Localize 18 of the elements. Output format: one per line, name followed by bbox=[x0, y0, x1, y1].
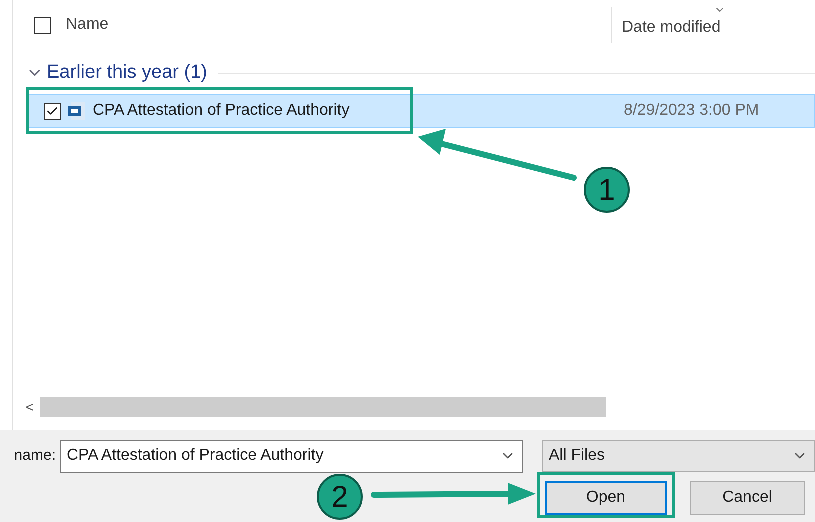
column-header[interactable]: Date modified bbox=[622, 16, 721, 40]
file-date: 8/29/2023 3:00 PM bbox=[624, 101, 760, 121]
file-type-dropdown[interactable]: All Files bbox=[542, 440, 815, 472]
group-header[interactable]: Earlier this year (1) bbox=[47, 58, 208, 88]
open-button[interactable]: Open bbox=[545, 481, 667, 515]
checkbox[interactable] bbox=[44, 102, 61, 120]
callout-badge: 1 bbox=[584, 167, 630, 213]
file-name: CPA Attestation of Practice Authority bbox=[93, 101, 351, 121]
checkbox[interactable] bbox=[34, 16, 51, 34]
check-icon bbox=[46, 104, 59, 118]
pdf-file-icon bbox=[67, 101, 87, 121]
scroll-left-button[interactable]: < bbox=[20, 396, 40, 418]
column-header[interactable]: Name bbox=[66, 13, 611, 37]
cancel-button[interactable]: Cancel bbox=[690, 481, 805, 515]
scrollbar-thumb[interactable] bbox=[40, 397, 606, 417]
file-row[interactable]: CPA Attestation of Practice Authority 8/29/2023 3:00 PM bbox=[28, 94, 815, 128]
file-name-field[interactable]: CPA Attestation of Practice Authority bbox=[60, 440, 523, 472]
field-label: name: bbox=[13, 446, 57, 466]
